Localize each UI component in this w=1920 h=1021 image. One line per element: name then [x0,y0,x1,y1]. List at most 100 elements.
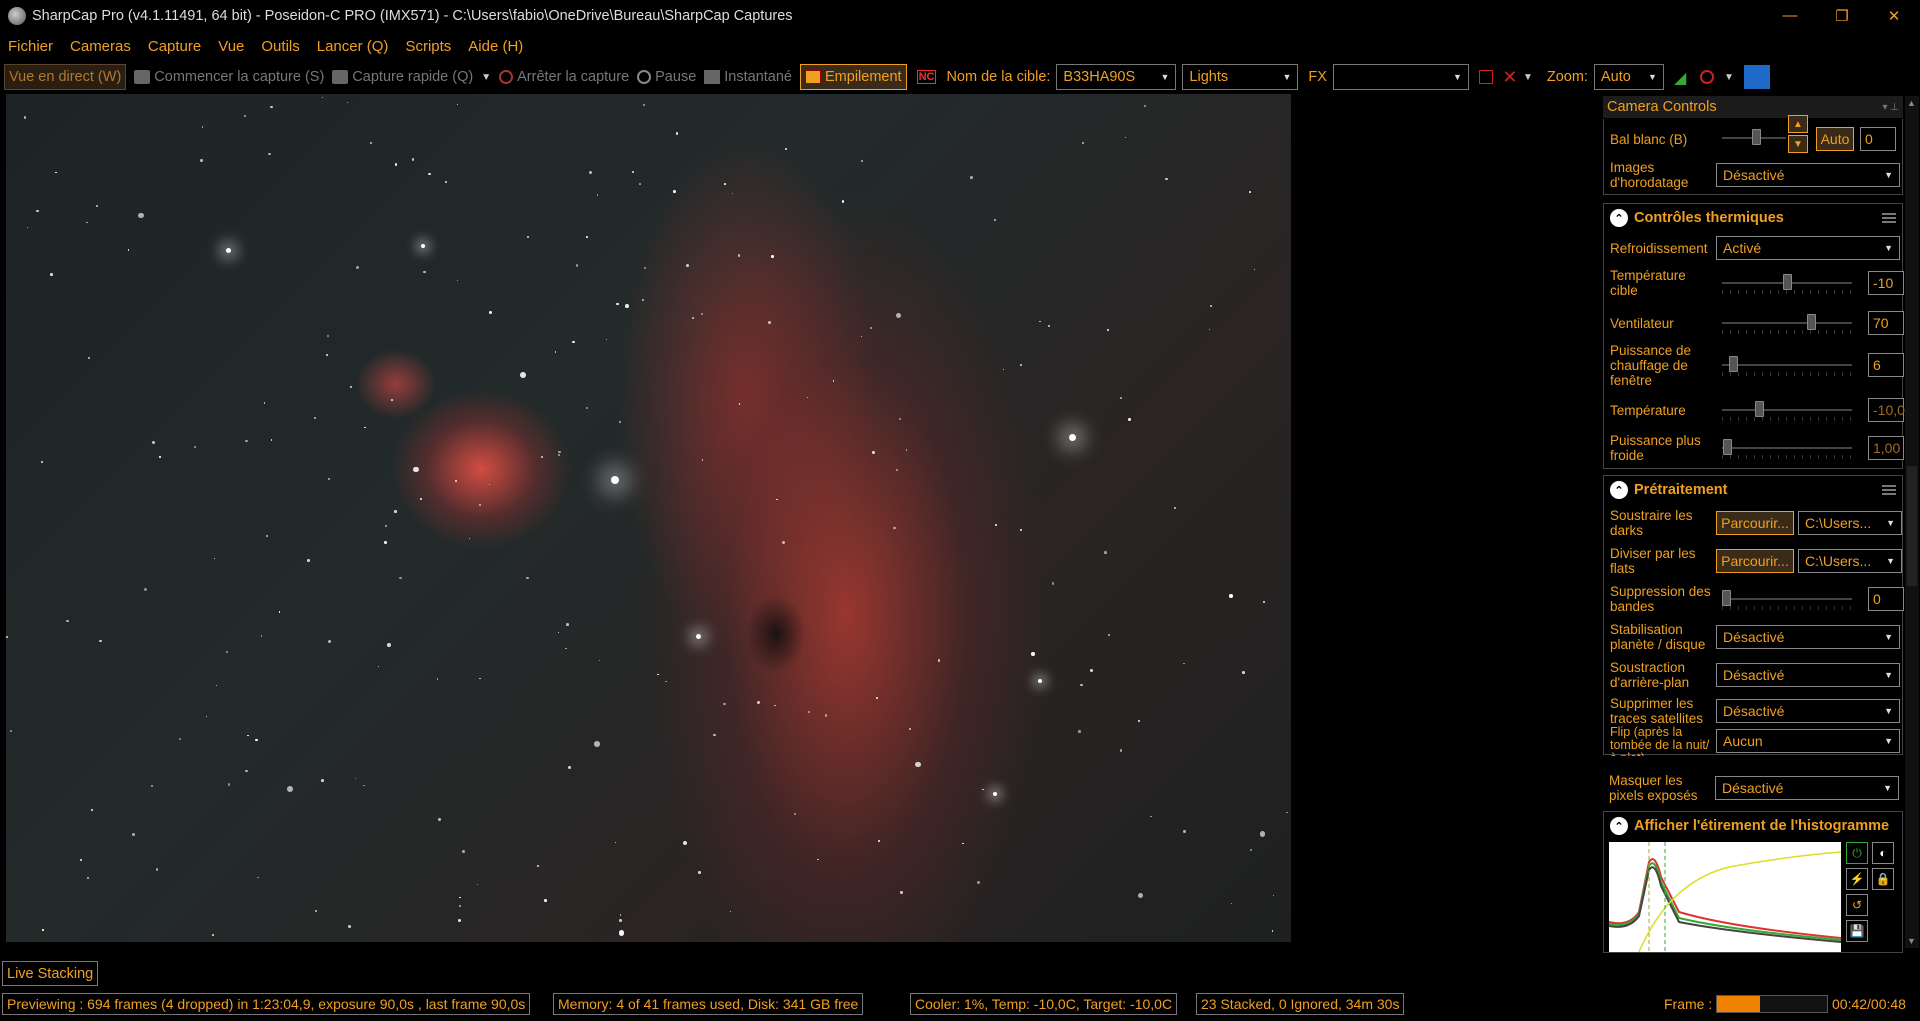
fan-value[interactable]: 70 [1868,311,1904,335]
target-name-label: Nom de la cible: [946,69,1051,85]
slider-thumb[interactable] [1782,274,1792,290]
live-stacking-tab[interactable]: Live Stacking [2,961,99,986]
star [215,684,218,686]
chevron-down-icon[interactable]: ▼ [1788,135,1808,153]
start-capture-button[interactable]: Commencer la capture (S) [134,64,324,90]
collapse-icon[interactable]: ⌃ [1610,209,1628,227]
fx-combo[interactable]: ▼ [1332,64,1469,90]
image-controls-group: Bal blanc (B) ▲ ▼ Auto 0 Images d'horoda… [1603,115,1903,195]
chevron-down-icon: ▼ [1883,783,1892,793]
menu-aide[interactable]: Aide (H) [468,38,523,55]
slider-thumb[interactable] [1729,356,1739,372]
slider-thumb[interactable] [1806,314,1816,330]
pause-button[interactable]: Pause [637,64,696,90]
zoom-combo[interactable]: Auto ▼ [1593,64,1664,90]
reticle-icon[interactable] [1699,70,1714,84]
star [598,659,600,661]
chevron-down-icon[interactable]: ▼ [1724,72,1734,83]
target-temp-slider[interactable] [1722,272,1852,294]
menu-capture[interactable]: Capture [148,38,201,55]
chevron-down-icon[interactable]: ▼ [1523,72,1533,83]
maximize-button[interactable]: ❐ [1816,0,1868,31]
snapshot-button[interactable]: Instantané [704,64,792,90]
fan-slider[interactable] [1722,312,1852,334]
bg-subtract-combo[interactable]: Désactivé ▼ [1716,663,1900,687]
quick-capture-button[interactable]: Capture rapide (Q) ▼ [332,64,491,90]
star [461,850,465,854]
menu-vue[interactable]: Vue [218,38,244,55]
star [260,635,262,637]
target-name-combo[interactable]: B33HA90S ▼ [1056,64,1177,90]
planet-stab-combo[interactable]: Désactivé ▼ [1716,625,1900,649]
timestamp-combo[interactable]: Désactivé ▼ [1716,163,1900,187]
collapse-icon[interactable]: ⌃ [1610,481,1628,499]
crosshair-icon[interactable]: ✕ [1501,68,1519,86]
darks-path-combo[interactable]: C:\Users... ▼ [1798,511,1902,535]
menu-fichier[interactable]: Fichier [8,38,53,55]
frame-type-combo[interactable]: Lights ▼ [1182,64,1299,90]
mask-pixels-row: Masquer les pixels exposés Désactivé ▼ [1609,771,1901,805]
banding-value[interactable]: 0 [1868,587,1904,611]
pin-icon[interactable]: ▾ ⊥ [1882,102,1899,113]
histogram-icon[interactable]: ◢ [1674,68,1692,87]
thermal-group-header[interactable]: ⌃ Contrôles thermiques [1604,204,1904,232]
stacking-button[interactable]: Empilement [800,64,907,90]
collapse-icon[interactable]: ⌃ [1610,817,1628,835]
scroll-up-icon[interactable]: ▲ [1907,98,1916,108]
nc-icon[interactable]: NC [916,70,937,84]
close-button[interactable]: ✕ [1868,0,1920,31]
selection-rect-icon[interactable] [1478,70,1493,84]
wb-blue-slider[interactable] [1722,127,1786,149]
reset-icon[interactable]: ↺ [1846,894,1868,916]
lightning-icon[interactable]: ⚡ [1846,868,1868,890]
window-heater-slider[interactable] [1722,354,1852,376]
stop-capture-button[interactable]: Arrêter la capture [499,64,629,90]
menu-lancer[interactable]: Lancer (Q) [317,38,389,55]
menu-outils[interactable]: Outils [261,38,299,55]
flats-path-combo[interactable]: C:\Users... ▼ [1798,549,1902,573]
live-view-button[interactable]: Vue en direct (W) [4,64,127,90]
flats-browse-button[interactable]: Parcourir... [1716,549,1794,573]
slider-thumb[interactable] [1722,590,1731,606]
chevron-down-icon[interactable]: ▼ [481,72,491,83]
slider-thumb[interactable] [1752,129,1761,145]
start-capture-label: Commencer la capture (S) [154,69,325,85]
hamburger-menu-icon[interactable] [1882,213,1896,223]
scroll-down-icon[interactable]: ▼ [1907,936,1916,946]
flip-combo[interactable]: Aucun ▼ [1716,729,1900,753]
hamburger-menu-icon[interactable] [1882,485,1896,495]
star [458,918,462,922]
preprocessing-group-header[interactable]: ⌃ Prétraitement [1604,476,1904,504]
star [1031,652,1035,656]
window-heater-value[interactable]: 6 [1868,353,1904,377]
star [895,312,901,318]
target-temp-value[interactable]: -10 [1868,271,1904,295]
menu-scripts[interactable]: Scripts [405,38,451,55]
banding-slider[interactable] [1722,588,1852,610]
satellite-combo[interactable]: Désactivé ▼ [1716,699,1900,723]
wb-auto-button[interactable]: Auto [1816,127,1854,151]
menu-cameras[interactable]: Cameras [70,38,131,55]
mask-pixels-combo[interactable]: Désactivé ▼ [1715,776,1899,800]
scrollbar-thumb[interactable] [1907,466,1917,586]
bg-subtract-label: Soustraction d'arrière-plan [1610,660,1690,690]
histogram-group-header[interactable]: ⌃ Afficher l'étirement de l'histogramme [1604,812,1904,840]
image-viewport[interactable] [0,93,1300,953]
panel-scrollbar[interactable]: ▲ ▼ [1905,96,1919,948]
wb-blue-value[interactable]: 0 [1860,127,1896,151]
lock-icon[interactable]: 🔒 [1872,868,1894,890]
star [619,919,623,923]
star [479,504,481,506]
contrast-icon[interactable]: ◐ [1872,842,1894,864]
histogram-chart[interactable] [1609,842,1841,952]
star [869,326,873,330]
chevron-up-icon[interactable]: ▲ [1788,115,1808,133]
power-icon[interactable]: ⏻ [1846,842,1868,864]
star [1273,894,1275,896]
darks-browse-button[interactable]: Parcourir... [1716,511,1794,535]
cooler-power-value: 1,00 [1868,436,1904,460]
minimize-button[interactable]: — [1764,0,1816,31]
cooling-combo[interactable]: Activé ▼ [1716,236,1900,260]
focus-assist-icon[interactable] [1743,65,1770,89]
save-icon[interactable]: 💾 [1846,920,1868,942]
